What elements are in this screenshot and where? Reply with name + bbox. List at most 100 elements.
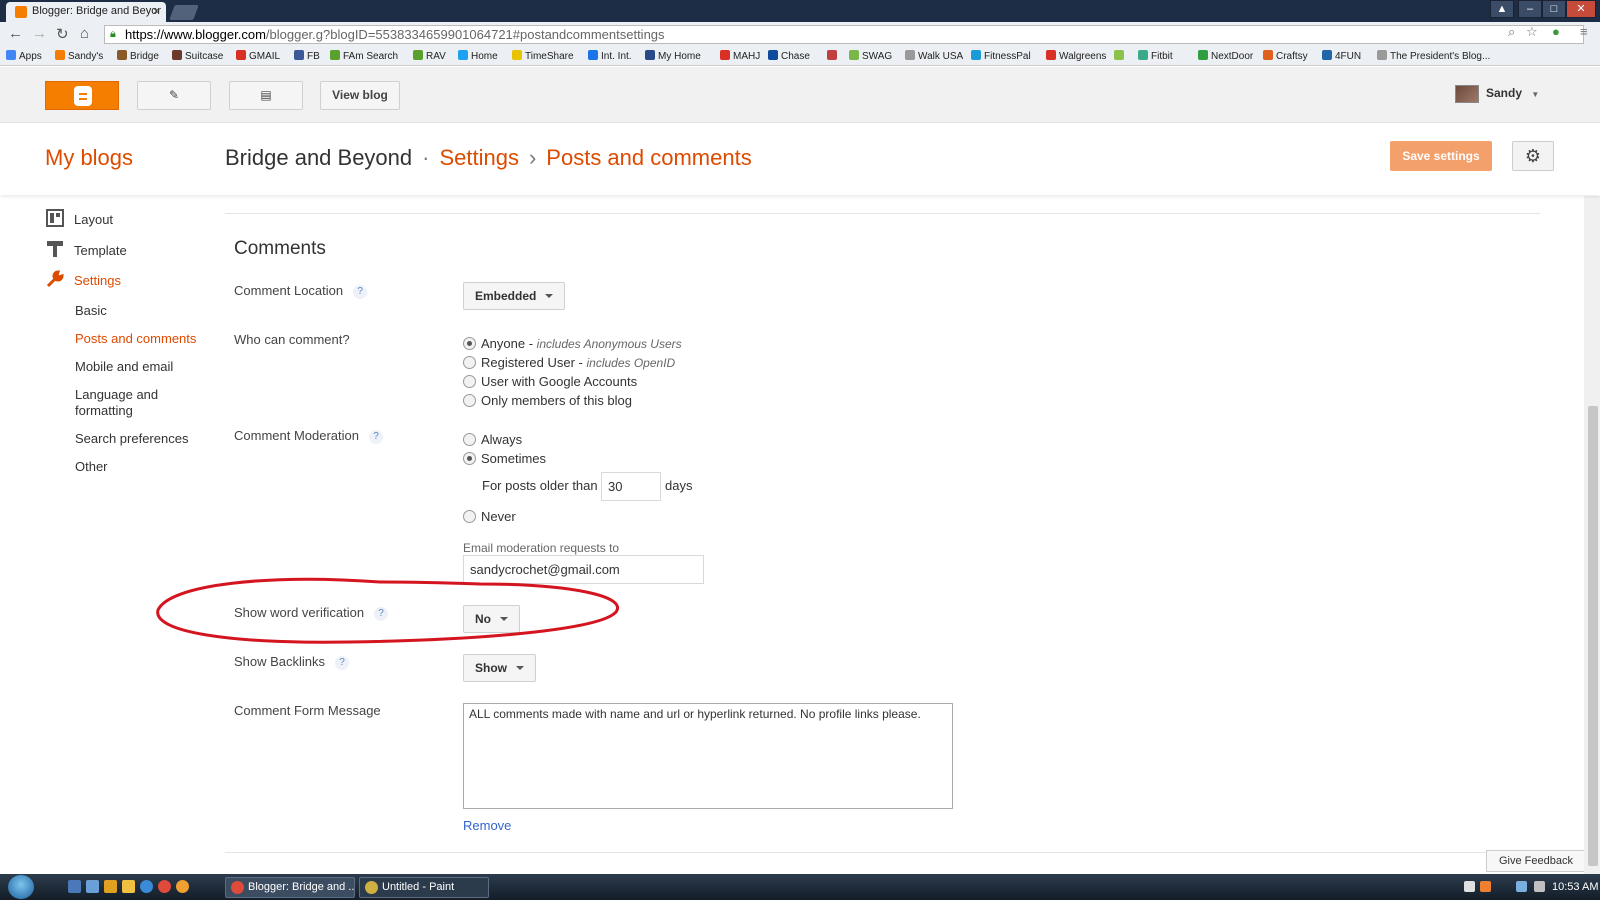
forward-arrow-icon[interactable]: → [32,25,47,42]
comment-location-dropdown[interactable]: Embedded [463,282,566,310]
start-button[interactable] [8,875,34,899]
backlinks-dropdown[interactable]: Show [463,654,536,682]
chrome-icon[interactable] [158,880,171,893]
radio-button[interactable] [463,433,476,446]
bookmark-item[interactable]: Craftsy [1263,50,1308,62]
folder-icon[interactable] [122,880,135,893]
explorer-icon[interactable] [86,880,99,893]
bookmark-item[interactable]: Walgreens [1046,50,1106,62]
chrome-alt-icon[interactable] [176,880,189,893]
bookmark-item[interactable]: NextDoor [1198,50,1253,62]
help-icon[interactable]: ? [369,430,383,444]
radio-button[interactable] [463,452,476,465]
taskbar-item-blogger[interactable]: Blogger: Bridge and ... [225,877,355,898]
media-icon[interactable] [104,880,117,893]
tab-close-icon[interactable]: × [153,4,160,18]
bookmark-item[interactable] [1114,50,1127,62]
blogger-toolbar: ✎ ▤ View blog Sandy ▼ [0,67,1600,123]
sidebar-item-settings[interactable]: Settings [74,273,121,288]
sidebar-item-layout[interactable]: Layout [74,212,113,227]
tray-app-icon[interactable] [1480,881,1491,892]
older-than-days-input[interactable]: 30 [601,472,661,501]
bookmark-item[interactable] [827,50,840,62]
radio-button[interactable] [463,375,476,388]
maximize-button[interactable]: □ [1542,0,1566,18]
bookmark-item[interactable]: RAV [413,50,446,62]
bookmark-item[interactable]: Chase [768,50,810,62]
radio-moderation-never[interactable]: Never [463,509,516,524]
my-blogs-link[interactable]: My blogs [45,145,133,171]
bookmark-item[interactable]: Int. Int. [588,50,632,62]
home-icon[interactable]: ⌂ [80,25,89,42]
sidebar-sub-other[interactable]: Other [75,459,108,475]
radio-note: includes Anonymous Users [536,337,682,351]
bookmark-item[interactable]: Bridge [117,50,159,62]
user-menu[interactable]: Sandy ▼ [1486,86,1539,100]
avatar[interactable] [1455,85,1479,103]
radio-google-accounts[interactable]: User with Google Accounts [463,374,637,389]
bookmark-item[interactable]: Apps [6,50,42,62]
reload-icon[interactable]: ↻ [56,25,69,43]
browser-tab[interactable]: Blogger: Bridge and Beyor × [6,2,166,22]
bookmark-item[interactable]: Sandy's [55,50,103,62]
bookmark-item[interactable]: GMAIL [236,50,280,62]
bookmark-item[interactable]: 4FUN [1322,50,1361,62]
view-blog-button[interactable]: View blog [320,81,400,110]
back-arrow-icon[interactable]: ← [8,25,23,42]
radio-registered-user[interactable]: Registered User - includes OpenID [463,355,675,370]
remove-link[interactable]: Remove [463,818,511,833]
blogger-logo-button[interactable] [45,81,119,110]
breadcrumb-settings[interactable]: Settings [439,145,519,170]
sidebar-item-template[interactable]: Template [74,243,127,258]
extension-icon[interactable]: ● [1552,24,1560,39]
radio-button[interactable] [463,510,476,523]
radio-anyone[interactable]: Anyone - includes Anonymous Users [463,336,682,351]
new-tab-button[interactable] [169,5,199,20]
sidebar-sub-mobile-email[interactable]: Mobile and email [75,359,173,375]
give-feedback-button[interactable]: Give Feedback [1486,850,1586,872]
window-close-button[interactable]: ✕ [1566,0,1596,18]
sidebar-sub-search-prefs[interactable]: Search preferences [75,431,188,447]
ie-icon[interactable] [140,880,153,893]
bookmark-item[interactable]: Fitbit [1138,50,1173,62]
chrome-menu-icon[interactable]: ≡ [1580,24,1588,39]
help-icon[interactable]: ? [335,656,350,670]
radio-button[interactable] [463,394,476,407]
profile-icon[interactable]: ▲ [1490,0,1514,18]
bookmark-star-icon[interactable]: ☆ [1526,24,1538,40]
bookmark-item[interactable]: SWAG [849,50,892,62]
taskbar-item-paint[interactable]: Untitled - Paint [359,877,489,898]
sidebar-sub-posts-comments[interactable]: Posts and comments [75,331,196,347]
volume-icon[interactable] [1534,881,1545,892]
show-desktop-icon[interactable] [68,880,81,893]
minimize-button[interactable]: – [1518,0,1542,18]
bookmark-item[interactable]: FAm Search [330,50,398,62]
network-icon[interactable] [1516,881,1527,892]
bookmark-item[interactable]: TimeShare [512,50,574,62]
posts-list-button[interactable]: ▤ [229,81,303,110]
bookmark-item[interactable]: Home [458,50,498,62]
save-settings-button[interactable]: Save settings [1390,141,1492,171]
radio-moderation-always[interactable]: Always [463,432,522,447]
gear-icon[interactable]: ⚙ [1512,141,1554,171]
comment-form-message-textarea[interactable]: ALL comments made with name and url or h… [463,703,953,809]
bookmark-item[interactable]: Suitcase [172,50,223,62]
bookmark-item[interactable]: MAHJ [720,50,760,62]
radio-button[interactable] [463,356,476,369]
radio-members-only[interactable]: Only members of this blog [463,393,632,408]
bookmark-item[interactable]: The President's Blog... [1377,50,1490,62]
sidebar-sub-basic[interactable]: Basic [75,303,107,319]
help-icon[interactable]: ? [353,285,368,299]
bookmark-item[interactable]: My Home [645,50,701,62]
radio-button[interactable] [463,337,476,350]
address-bar[interactable]: 🔒︎ https://www.blogger.com/blogger.g?blo… [104,25,1584,44]
bookmark-item[interactable]: Walk USA [905,50,963,62]
scrollbar-thumb[interactable] [1588,406,1598,866]
bookmark-item[interactable]: FitnessPal [971,50,1031,62]
new-post-button[interactable]: ✎ [137,81,211,110]
sidebar-sub-language[interactable]: Language and formatting [75,387,185,419]
bookmark-item[interactable]: FB [294,50,320,62]
radio-moderation-sometimes[interactable]: Sometimes [463,451,546,466]
zoom-icon[interactable]: ⌕ [1508,24,1515,40]
tray-arrow-icon[interactable] [1464,881,1475,892]
